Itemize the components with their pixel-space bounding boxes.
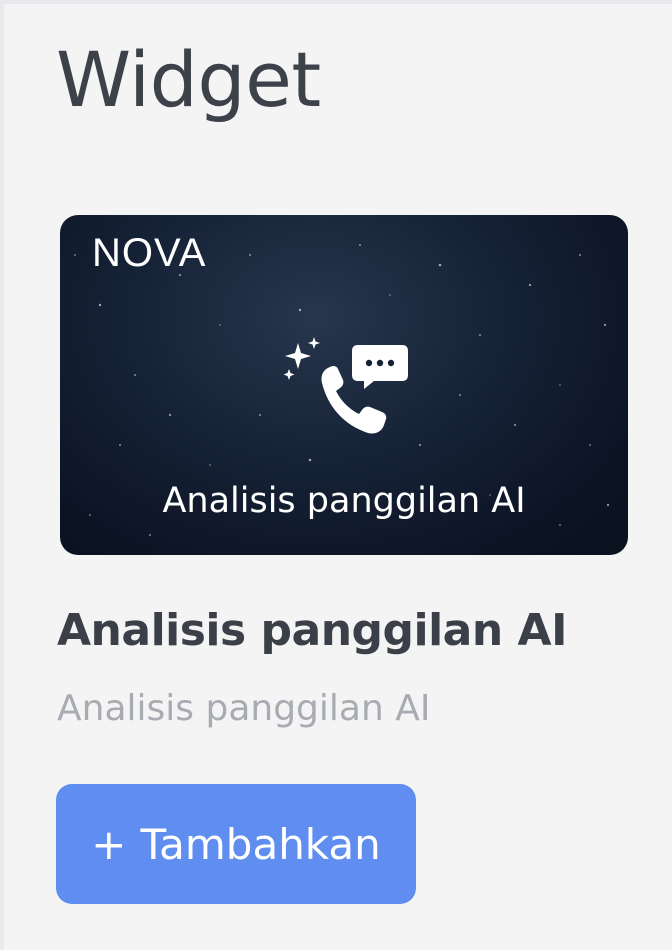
plus-icon: +	[91, 819, 127, 869]
left-border	[0, 0, 4, 950]
brand-logo: NOVA	[92, 231, 207, 275]
top-border	[0, 0, 672, 4]
widget-name: Analisis panggilan AI	[57, 605, 567, 656]
add-widget-button[interactable]: + Tambahkan	[56, 784, 416, 904]
thumbnail-caption: Analisis panggilan AI	[162, 481, 526, 521]
page-title: Widget	[56, 35, 321, 124]
widget-thumbnail[interactable]: NOVA Analisis panggilan AI	[60, 215, 628, 555]
add-button-label: Tambahkan	[140, 819, 381, 869]
widget-description: Analisis panggilan AI	[57, 688, 431, 729]
sparkle-phone-chat-icon	[283, 337, 408, 434]
